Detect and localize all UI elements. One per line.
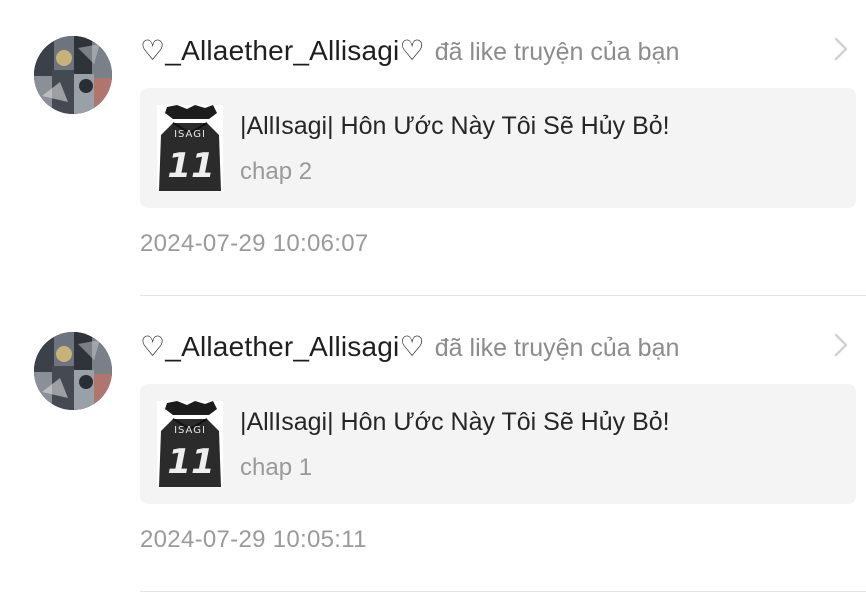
divider xyxy=(140,591,866,592)
notification-headline: ♡_Allaether_Allisagi♡ đã like truyện của … xyxy=(140,328,679,366)
story-title: |AllIsagi| Hôn Ước Này Tôi Sẽ Hủy Bỏ! xyxy=(240,408,670,436)
username[interactable]: ♡_Allaether_Allisagi♡ xyxy=(140,331,425,362)
notification-feed: ♡_Allaether_Allisagi♡ đã like truyện của … xyxy=(0,0,866,600)
username[interactable]: ♡_Allaether_Allisagi♡ xyxy=(140,35,425,66)
chevron-right-icon[interactable] xyxy=(830,332,852,358)
action-text: đã like truyện của bạn xyxy=(434,334,680,362)
action-text: đã like truyện của bạn xyxy=(434,38,680,66)
user-avatar[interactable] xyxy=(34,332,112,410)
story-cover: ISAGI 11 xyxy=(157,105,223,191)
story-cover-image: ISAGI 11 xyxy=(157,401,223,487)
notification-headline: ♡_Allaether_Allisagi♡ đã like truyện của … xyxy=(140,32,679,70)
timestamp: 2024-07-29 10:05:11 xyxy=(140,526,367,553)
story-card[interactable]: ISAGI 11 |AllIsagi| Hôn Ước Này Tôi Sẽ H… xyxy=(140,88,856,208)
cover-number: 11 xyxy=(167,442,214,482)
story-cover-image: ISAGI 11 xyxy=(157,105,223,191)
chevron-right-icon[interactable] xyxy=(830,36,852,62)
avatar-image xyxy=(34,36,112,114)
chapter-label: chap 1 xyxy=(240,454,313,481)
user-avatar[interactable] xyxy=(34,36,112,114)
cover-text: ISAGI xyxy=(174,425,206,436)
cover-text: ISAGI xyxy=(174,129,206,140)
notification-item[interactable]: ♡_Allaether_Allisagi♡ đã like truyện của … xyxy=(0,0,866,296)
story-title: |AllIsagi| Hôn Ước Này Tôi Sẽ Hủy Bỏ! xyxy=(240,112,670,140)
story-cover: ISAGI 11 xyxy=(157,401,223,487)
story-card[interactable]: ISAGI 11 |AllIsagi| Hôn Ước Này Tôi Sẽ H… xyxy=(140,384,856,504)
notification-item[interactable]: ♡_Allaether_Allisagi♡ đã like truyện của … xyxy=(0,296,866,592)
chapter-label: chap 2 xyxy=(240,158,313,185)
cover-number: 11 xyxy=(167,146,214,186)
timestamp: 2024-07-29 10:06:07 xyxy=(140,230,369,257)
avatar-image xyxy=(34,332,112,410)
